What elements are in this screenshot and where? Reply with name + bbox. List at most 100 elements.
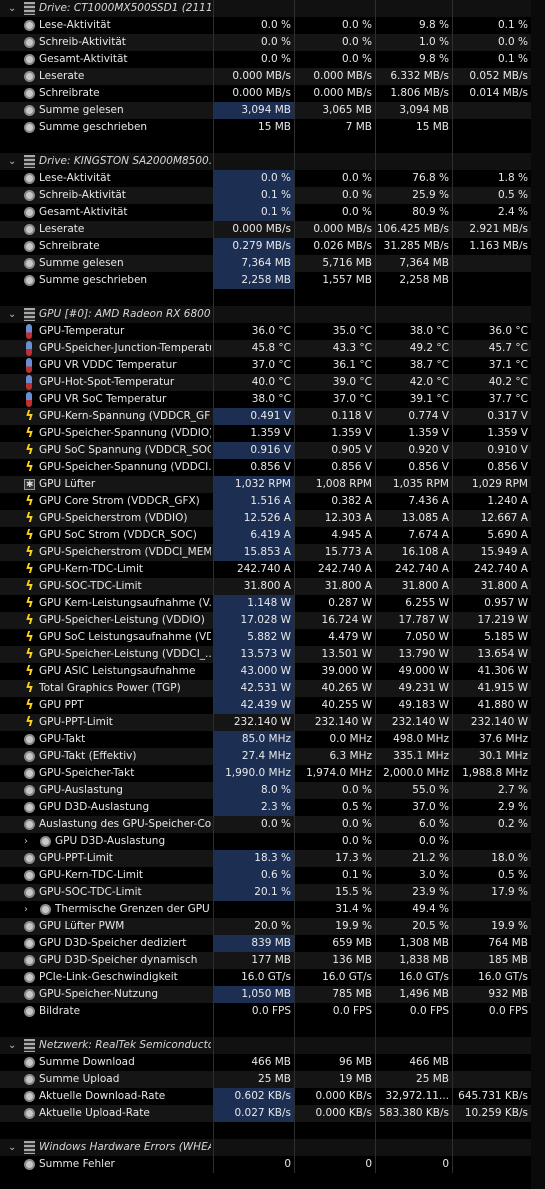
sensor-row[interactable]: GPU-Speicher-Nutzung 1,050 MB 785 MB 1,496 … — [0, 986, 545, 1003]
sensor-row[interactable]: Gesamt-Aktivität 0.0 % 0.0 % 9.8 % 0.1 % — [0, 51, 545, 68]
sensor-row[interactable]: GPU-Kern-TDC-Limit 0.6 % 0.1 % 3.0 % 0.5 % — [0, 867, 545, 884]
sensor-row[interactable]: Schreib-Aktivität 0.0 % 0.0 % 1.0 % 0.0 % — [0, 34, 545, 51]
sensor-row[interactable]: ϟ GPU-Kern-Spannung (VDDCR_GFX) 0.491 V 0.1… — [0, 408, 545, 425]
sensor-row[interactable]: ϟ GPU Kern-Leistungsaufnahme (V... 1.148 W… — [0, 595, 545, 612]
sensor-row[interactable]: Schreibrate 0.000 MB/s 0.000 MB/s 1.806 MB/… — [0, 85, 545, 102]
sensor-row[interactable]: Bildrate 0.0 FPS 0.0 FPS 0.0 FPS 0.0 FPS — [0, 1003, 545, 1020]
sensor-row[interactable]: GPU Lüfter 1,032 RPM1,008 RPM1,035 RPM1,0… — [0, 476, 545, 493]
sensor-row[interactable]: Lese-Aktivität 0.0 % 0.0 % 76.8 % 1.8 % — [0, 170, 545, 187]
sensor-row[interactable]: Gesamt-Aktivität 0.1 % 0.0 % 80.9 % 2.4 % — [0, 204, 545, 221]
sensor-row[interactable]: Lese-Aktivität 0.0 % 0.0 % 9.8 % 0.1 % — [0, 17, 545, 34]
sensor-row[interactable]: ϟ GPU-PPT-Limit 232.140 W 232.140 W 232.140 … — [0, 714, 545, 731]
sensor-row[interactable]: GPU-Speicher-Takt 1,990.0 MHz 1,974.0 MHz 2… — [0, 765, 545, 782]
sensor-row[interactable]: ϟ GPU Core Strom (VDDCR_GFX) 1.516 A 0.382 … — [0, 493, 545, 510]
sensor-row[interactable]: GPU-SOC-TDC-Limit 20.1 % 15.5 % 23.9 % 17.9 … — [0, 884, 545, 901]
sensor-row[interactable]: GPU VR VDDC Temperatur 37.0 °C 36.1 °C 38.7… — [0, 357, 545, 374]
sensor-row[interactable]: GPU-Temperatur 36.0 °C 35.0 °C 38.0 °C 36.0 … — [0, 323, 545, 340]
value-cell — [375, 0, 452, 17]
chevron-down-icon[interactable]: ⌄ — [8, 1037, 16, 1054]
sensor-row[interactable]: › Thermische Grenzen der GPU 31.4 % 49.4 % — [0, 901, 545, 918]
section-header[interactable]: ⌄ Drive: KINGSTON SA2000M8500... — [0, 153, 545, 170]
sensor-row[interactable]: Schreibrate 0.279 MB/s 0.026 MB/s 31.285 MB… — [0, 238, 545, 255]
sensor-label: GPU ASIC Leistungsaufnahme — [39, 665, 196, 677]
sensor-row[interactable]: Summe Fehler 0 0 0 — [0, 1156, 545, 1173]
sensor-row[interactable]: ϟ Total Graphics Power (TGP) 42.531 W 40.26… — [0, 680, 545, 697]
sensor-row[interactable]: GPU D3D-Speicher dediziert 839 MB 659 MB 1,… — [0, 935, 545, 952]
maximum-value: 42.0 °C — [375, 374, 452, 391]
fan-icon — [24, 477, 35, 493]
section-header[interactable]: ⌄ Netzwerk: RealTek Semiconducto... — [0, 1037, 545, 1054]
sensor-row[interactable]: ϟ GPU-Speicher-Leistung (VDDCI_... 13.573 … — [0, 646, 545, 663]
chevron-down-icon[interactable]: ⌄ — [8, 306, 16, 323]
sensor-label: GPU-Speicher-Takt — [39, 767, 135, 779]
sensor-label-cell: GPU Lüfter PWM — [0, 918, 213, 935]
sensor-row[interactable]: › GPU D3D-Auslastung 0.0 % 0.0 % — [0, 833, 545, 850]
sensor-row[interactable]: GPU-PPT-Limit 18.3 % 17.3 % 21.2 % 18.0 % — [0, 850, 545, 867]
sensor-row[interactable]: Aktuelle Upload-Rate 0.027 KB/s 0.000 KB/s… — [0, 1105, 545, 1122]
sensor-row[interactable]: ϟ GPU-Speicher-Spannung (VDDCI... 0.856 V0… — [0, 459, 545, 476]
sensor-row[interactable]: ϟ GPU-Speicherstrom (VDDCI_MEM) 15.853 A 15… — [0, 544, 545, 561]
sensor-row[interactable]: Aktuelle Download-Rate 0.602 KB/s 0.000 KB… — [0, 1088, 545, 1105]
maximum-value: 38.7 °C — [375, 357, 452, 374]
sensor-dot-icon — [24, 275, 35, 286]
sensor-row[interactable]: GPU VR SoC Temperatur 38.0 °C 37.0 °C 39.1 … — [0, 391, 545, 408]
sensor-row[interactable]: ϟ GPU-SOC-TDC-Limit 31.800 A 31.800 A 31.800… — [0, 578, 545, 595]
average-value: 41.306 W — [452, 663, 531, 680]
minimum-value: 1,008 RPM — [294, 476, 375, 493]
sensor-row[interactable]: ϟ GPU-Speicher-Spannung (VDDIO) 1.359 V 1.3… — [0, 425, 545, 442]
sensor-row[interactable]: Summe Download 466 MB 96 MB 466 MB — [0, 1054, 545, 1071]
sensor-row[interactable]: ϟ GPU SoC Spannung (VDDCR_SOC) 0.916 V 0.90… — [0, 442, 545, 459]
average-value: 37.1 °C — [452, 357, 531, 374]
sensor-label-cell: GPU-Speicher-Junction-Temperatur — [0, 340, 213, 357]
chevron-down-icon[interactable]: ⌄ — [8, 0, 16, 17]
chevron-down-icon[interactable]: ⌄ — [8, 153, 16, 170]
sensor-row[interactable]: GPU Lüfter PWM 20.0 % 19.9 % 20.5 % 19.9 % — [0, 918, 545, 935]
sensor-row[interactable]: Summe gelesen 3,094 MB 3,065 MB 3,094 MB — [0, 102, 545, 119]
section-header[interactable]: ⌄ GPU [#0]: AMD Radeon RX 6800: — [0, 306, 545, 323]
sensor-row[interactable]: GPU-Auslastung 8.0 % 0.0 % 55.0 % 2.7 % — [0, 782, 545, 799]
sensor-row[interactable]: Leserate 0.000 MB/s 0.000 MB/s 6.332 MB/s 0.… — [0, 68, 545, 85]
value-cell — [294, 1020, 375, 1037]
sensor-row[interactable]: Summe geschrieben 2,258 MB 1,557 MB 2,258 M… — [0, 272, 545, 289]
vertical-scrollbar[interactable] — [531, 0, 545, 1189]
section-header[interactable]: ⌄ Drive: CT1000MX500SSD1 (2111... — [0, 0, 545, 17]
sensor-row[interactable]: GPU-Takt 85.0 MHz 0.0 MHz 498.0 MHz 37.6 MHz — [0, 731, 545, 748]
sensor-row[interactable]: ϟ GPU-Kern-TDC-Limit 242.740 A 242.740 A 242… — [0, 561, 545, 578]
chevron-right-icon[interactable]: › — [24, 901, 28, 918]
sensor-row[interactable]: Auslastung des GPU-Speicher-Co... 0.0 % 0.… — [0, 816, 545, 833]
sensor-label: Summe Fehler — [39, 1158, 115, 1170]
minimum-value: 1.359 V — [294, 425, 375, 442]
sensor-row[interactable]: GPU D3D-Speicher dynamisch 177 MB 136 MB 1,… — [0, 952, 545, 969]
sensor-dot-icon — [24, 224, 35, 235]
sensor-row[interactable]: GPU D3D-Auslastung 2.3 % 0.5 % 37.0 % 2.9 % — [0, 799, 545, 816]
current-value: 15.853 A — [213, 544, 294, 561]
sensor-row[interactable]: ϟ GPU-Speicher-Leistung (VDDIO) 17.028 W 16… — [0, 612, 545, 629]
minimum-value: 1,974.0 MHz — [294, 765, 375, 782]
chevron-down-icon[interactable]: ⌄ — [8, 1139, 16, 1156]
sensor-row[interactable]: Summe gelesen 7,364 MB 5,716 MB 7,364 MB — [0, 255, 545, 272]
sensor-row[interactable]: Leserate 0.000 MB/s 0.000 MB/s 106.425 MB/s… — [0, 221, 545, 238]
sensor-label-cell: ϟ GPU PPT — [0, 697, 213, 714]
sensor-label: Schreibrate — [39, 240, 100, 252]
current-value: 7,364 MB — [213, 255, 294, 272]
sensor-dot-icon — [24, 819, 35, 830]
minimum-value: 0.0 % — [294, 187, 375, 204]
sensor-row[interactable]: Summe geschrieben 15 MB 7 MB 15 MB — [0, 119, 545, 136]
sensor-label-cell: ϟ GPU-Speicherstrom (VDDIO) — [0, 510, 213, 527]
section-header[interactable]: ⌄ Windows Hardware Errors (WHEA) — [0, 1139, 545, 1156]
sensor-row[interactable]: PCIe-Link-Geschwindigkeit 16.0 GT/s 16.0 G… — [0, 969, 545, 986]
minimum-value: 17.3 % — [294, 850, 375, 867]
sensor-row[interactable]: ϟ GPU PPT 42.439 W 40.255 W 49.183 W 41.880 W — [0, 697, 545, 714]
chevron-right-icon[interactable]: › — [24, 833, 28, 850]
maximum-value: 1,838 MB — [375, 952, 452, 969]
sensor-row[interactable]: GPU-Takt (Effektiv) 27.4 MHz 6.3 MHz 335.1 … — [0, 748, 545, 765]
sensor-row[interactable]: GPU-Speicher-Junction-Temperatur 45.8 °C 4… — [0, 340, 545, 357]
sensor-row[interactable]: Summe Upload 25 MB 19 MB 25 MB — [0, 1071, 545, 1088]
sensor-row[interactable]: ϟ GPU-Speicherstrom (VDDIO) 12.526 A 12.303… — [0, 510, 545, 527]
current-value: 2.3 % — [213, 799, 294, 816]
sensor-row[interactable]: ϟ GPU SoC Strom (VDDCR_SOC) 6.419 A 4.945 A… — [0, 527, 545, 544]
sensor-row[interactable]: ϟ GPU ASIC Leistungsaufnahme 43.000 W 39.00… — [0, 663, 545, 680]
sensor-row[interactable]: GPU-Hot-Spot-Temperatur 40.0 °C 39.0 °C 42.… — [0, 374, 545, 391]
sensor-row[interactable]: Schreib-Aktivität 0.1 % 0.0 % 25.9 % 0.5 % — [0, 187, 545, 204]
sensor-row[interactable]: ϟ GPU SoC Leistungsaufnahme (VD... 5.882 W… — [0, 629, 545, 646]
